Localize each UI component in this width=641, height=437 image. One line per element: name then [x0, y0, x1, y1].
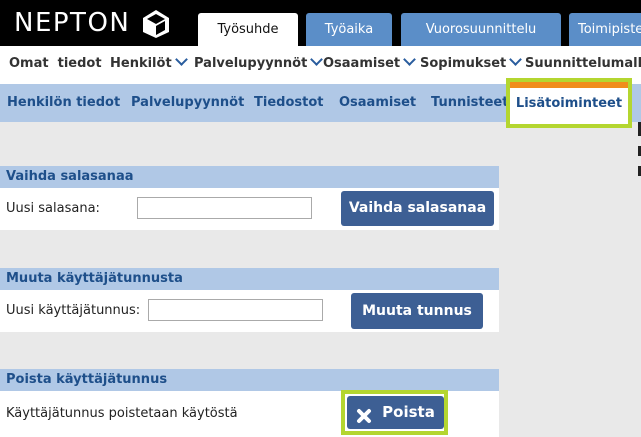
change-username-button[interactable]: Muuta tunnus	[351, 293, 483, 329]
menu-omat-tiedot[interactable]: Omat tiedot	[9, 56, 102, 71]
section-password: Uusi salasana: Vaihda salasanaa	[0, 188, 499, 230]
tab-toimipiste[interactable]: Toimipiste	[569, 13, 641, 46]
subnav-henkilon-tiedot[interactable]: Henkilön tiedot	[7, 95, 120, 110]
chevron-down-icon	[509, 53, 523, 66]
tab-vuorosuunnittelu[interactable]: Vuorosuunnittelu	[401, 13, 561, 46]
menu-osaamiset[interactable]: Osaamiset	[323, 53, 416, 71]
username-label: Uusi käyttäjätunnus:	[6, 303, 141, 318]
section-username: Uusi käyttäjätunnus: Muuta tunnus	[0, 290, 499, 332]
tab-tyosuhde[interactable]: Työsuhde	[198, 13, 298, 46]
section-title-password: Vaihda salasanaa	[0, 166, 499, 188]
edge-marks	[638, 122, 641, 176]
section-title-username: Muuta käyttäjätunnusta	[0, 268, 499, 290]
chevron-down-icon	[403, 53, 416, 66]
subnav-lisatoiminteet[interactable]: Lisätoiminteet	[506, 78, 632, 128]
menu-label: Osaamiset	[323, 56, 401, 71]
menu-label: Sopimukset	[420, 56, 507, 71]
subnav-osaamiset[interactable]: Osaamiset	[339, 95, 416, 110]
chevron-down-icon	[174, 53, 188, 66]
delete-button-label: Poista	[382, 403, 435, 421]
menu-sopimukset[interactable]: Sopimukset	[420, 53, 523, 71]
tab-tyoaika[interactable]: Työaika	[306, 13, 392, 46]
delete-button[interactable]: Poista	[347, 396, 444, 429]
subnav-tiedostot[interactable]: Tiedostot	[254, 95, 323, 110]
menu-palvelupyynnot[interactable]: Palvelupyynnöt	[194, 53, 324, 71]
logo-mark-icon	[143, 10, 169, 38]
active-indicator	[510, 82, 628, 88]
chevron-down-icon	[310, 53, 324, 66]
delete-label: Käyttäjätunnus poistetaan käytöstä	[6, 406, 238, 421]
menu-label: Palvelupyynnöt	[194, 56, 308, 71]
subnav-palvelupyynnot[interactable]: Palvelupyynnöt	[131, 95, 244, 110]
menu-label: Omat tiedot	[9, 56, 102, 71]
logo-text: NEPTON	[14, 8, 131, 38]
menu-label: Henkilöt	[110, 56, 172, 71]
subnav-tunnisteet[interactable]: Tunnisteet	[431, 95, 508, 110]
top-bar: NEPTON Työsuhde Työaika Vuorosuunnittelu…	[0, 0, 641, 46]
menu-henkilot[interactable]: Henkilöt	[110, 53, 188, 71]
menu-suunnittelumallit[interactable]: Suunnittelumallit	[525, 56, 641, 71]
new-password-field[interactable]	[137, 197, 312, 219]
close-icon	[356, 403, 372, 423]
menu-label: Suunnittelumallit	[525, 56, 641, 71]
new-username-field[interactable]	[148, 299, 323, 321]
change-password-button[interactable]: Vaihda salasanaa	[341, 191, 494, 226]
section-title-delete: Poista käyttäjätunnus	[0, 369, 499, 391]
subnav-label: Lisätoiminteet	[515, 96, 623, 111]
password-label: Uusi salasana:	[6, 201, 100, 216]
